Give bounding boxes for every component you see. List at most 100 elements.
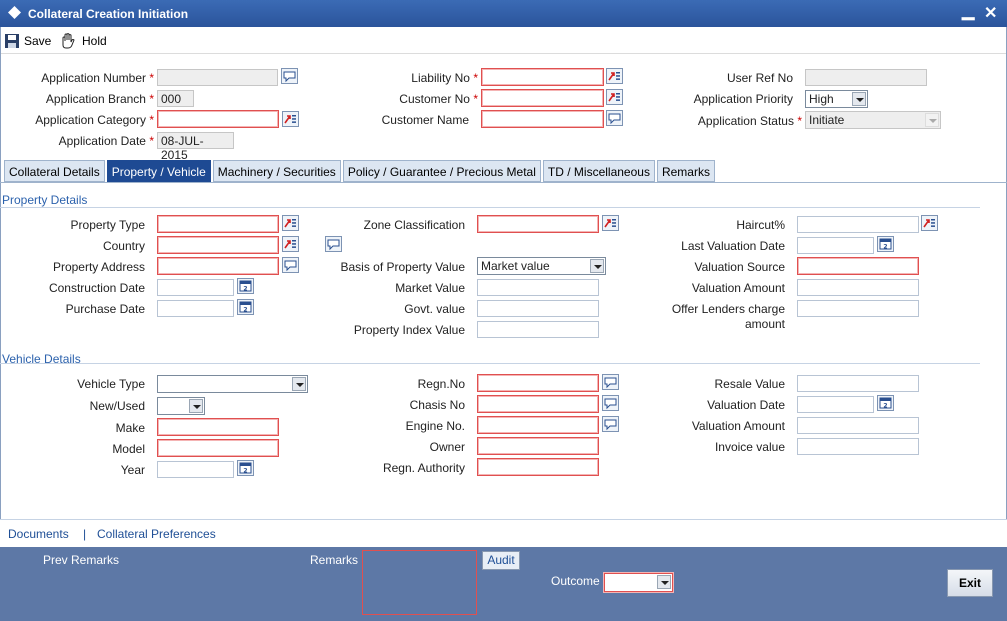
vehicle-type-select[interactable] xyxy=(157,375,308,393)
calendar-icon[interactable] xyxy=(877,236,894,252)
owner-label: Owner xyxy=(429,440,465,454)
chat-icon[interactable] xyxy=(602,395,619,411)
valuation-source-label: Valuation Source xyxy=(694,260,785,274)
list-of-values-icon[interactable] xyxy=(282,236,299,252)
save-label: Save xyxy=(24,34,52,48)
list-of-values-icon[interactable] xyxy=(921,215,938,231)
audit-button[interactable]: Audit xyxy=(482,551,520,570)
valuation-date-field[interactable] xyxy=(797,396,874,413)
govt-value-field[interactable] xyxy=(477,300,599,317)
tab-collateral-details[interactable]: Collateral Details xyxy=(4,160,105,182)
liability-no-field[interactable] xyxy=(481,68,604,86)
application-number-field[interactable] xyxy=(157,69,278,86)
valuation-amount-field[interactable] xyxy=(797,279,919,296)
vehicle-valuation-amount-field[interactable] xyxy=(797,417,919,434)
application-category-field[interactable] xyxy=(157,110,279,128)
make-field[interactable] xyxy=(157,418,279,436)
new-used-select[interactable] xyxy=(157,397,205,415)
property-address-label: Property Address xyxy=(52,260,145,274)
valuation-source-field[interactable] xyxy=(797,257,919,275)
tab-remarks[interactable]: Remarks xyxy=(656,160,715,182)
property-index-value-label: Property Index Value xyxy=(353,323,465,337)
tab-property-vehicle[interactable]: Property / Vehicle xyxy=(106,160,211,182)
chat-icon[interactable] xyxy=(602,416,619,432)
application-priority-label: Application Priority xyxy=(693,92,793,106)
chasis-no-label: Chasis No xyxy=(409,398,465,412)
valuation-amount-label: Valuation Amount xyxy=(691,281,785,295)
application-priority-select[interactable]: High xyxy=(805,90,868,108)
tab-td-miscellaneous[interactable]: TD / Miscellaneous xyxy=(542,160,655,182)
offer-lenders-charge-amount-field[interactable] xyxy=(797,300,919,317)
offer-lenders-charge-label: Offer Lenders charge xyxy=(671,302,785,316)
calendar-icon[interactable] xyxy=(237,278,254,294)
close-icon[interactable]: ✕ xyxy=(984,3,997,23)
engine-no-field[interactable] xyxy=(477,416,599,434)
property-details-divider xyxy=(0,207,980,208)
customer-no-field[interactable] xyxy=(481,89,604,107)
owner-field[interactable] xyxy=(477,437,599,455)
property-type-label: Property Type xyxy=(70,218,145,232)
list-of-values-icon[interactable] xyxy=(282,215,299,231)
collateral-preferences-link[interactable]: Collateral Preferences xyxy=(97,527,216,541)
application-status-select[interactable]: Initiate xyxy=(805,111,941,129)
list-of-values-icon[interactable] xyxy=(282,111,299,127)
market-value-field[interactable] xyxy=(477,279,599,296)
chevron-down-icon xyxy=(189,399,203,413)
calendar-icon[interactable] xyxy=(877,395,894,411)
chat-icon[interactable] xyxy=(281,68,298,84)
bottom-links-bar: Documents | Collateral Preferences xyxy=(0,519,1007,547)
application-date-field[interactable]: 08-JUL-2015 xyxy=(157,132,234,162)
tab-policy-guarantee-precious-metal[interactable]: Policy / Guarantee / Precious Metal xyxy=(342,160,541,182)
haircut-label: Haircut% xyxy=(736,218,785,232)
window-title-bar: Collateral Creation Initiation ▁ ✕ xyxy=(0,0,1007,27)
chat-icon[interactable] xyxy=(606,110,623,126)
property-type-field[interactable] xyxy=(157,215,279,233)
resale-value-field[interactable] xyxy=(797,375,919,392)
invoice-value-field[interactable] xyxy=(797,438,919,455)
year-field[interactable] xyxy=(157,461,234,478)
purchase-date-field[interactable] xyxy=(157,300,234,317)
customer-name-field[interactable] xyxy=(481,110,604,128)
regn-no-field[interactable] xyxy=(477,374,599,392)
remarks-textarea[interactable] xyxy=(362,550,477,615)
property-address-field[interactable] xyxy=(157,257,279,275)
calendar-icon[interactable] xyxy=(237,299,254,315)
basis-of-property-value-select[interactable]: Market value xyxy=(477,257,606,275)
model-field[interactable] xyxy=(157,439,279,457)
invoice-value-label: Invoice value xyxy=(714,440,785,454)
country-label: Country xyxy=(102,239,145,253)
hold-button[interactable]: Hold xyxy=(60,33,107,49)
country-field[interactable] xyxy=(157,236,279,254)
property-index-value-field[interactable] xyxy=(477,321,599,338)
resale-value-label: Resale Value xyxy=(714,377,786,391)
regn-authority-field[interactable] xyxy=(477,458,599,476)
haircut-field[interactable] xyxy=(797,216,919,233)
chevron-down-icon xyxy=(925,113,939,127)
list-of-values-icon[interactable] xyxy=(602,215,619,231)
last-valuation-date-field[interactable] xyxy=(797,237,874,254)
minimize-icon[interactable]: ▁ xyxy=(962,1,974,21)
model-label: Model xyxy=(112,442,145,456)
exit-button[interactable]: Exit xyxy=(947,569,993,597)
save-button[interactable]: Save xyxy=(4,33,51,49)
zone-classification-field[interactable] xyxy=(477,215,599,233)
vehicle-details-divider xyxy=(0,363,980,364)
application-branch-field[interactable]: 000 xyxy=(157,90,194,107)
engine-no-label: Engine No. xyxy=(405,419,465,433)
property-details-heading: Property Details xyxy=(2,193,88,207)
list-of-values-icon[interactable] xyxy=(606,68,623,84)
liability-no-label: Liability No * xyxy=(411,71,478,85)
outcome-select[interactable] xyxy=(604,573,673,592)
list-of-values-icon[interactable] xyxy=(606,89,623,105)
chasis-no-field[interactable] xyxy=(477,395,599,413)
valuation-date-label: Valuation Date xyxy=(707,398,785,412)
chat-icon[interactable] xyxy=(602,374,619,390)
chat-icon[interactable] xyxy=(282,257,299,273)
calendar-icon[interactable] xyxy=(237,460,254,476)
user-ref-no-field[interactable] xyxy=(805,69,927,86)
tab-machinery-securities[interactable]: Machinery / Securities xyxy=(212,160,341,182)
construction-date-field[interactable] xyxy=(157,279,234,296)
documents-link[interactable]: Documents xyxy=(8,527,69,541)
application-status-value: Initiate xyxy=(809,113,845,127)
chat-icon[interactable] xyxy=(325,236,342,252)
